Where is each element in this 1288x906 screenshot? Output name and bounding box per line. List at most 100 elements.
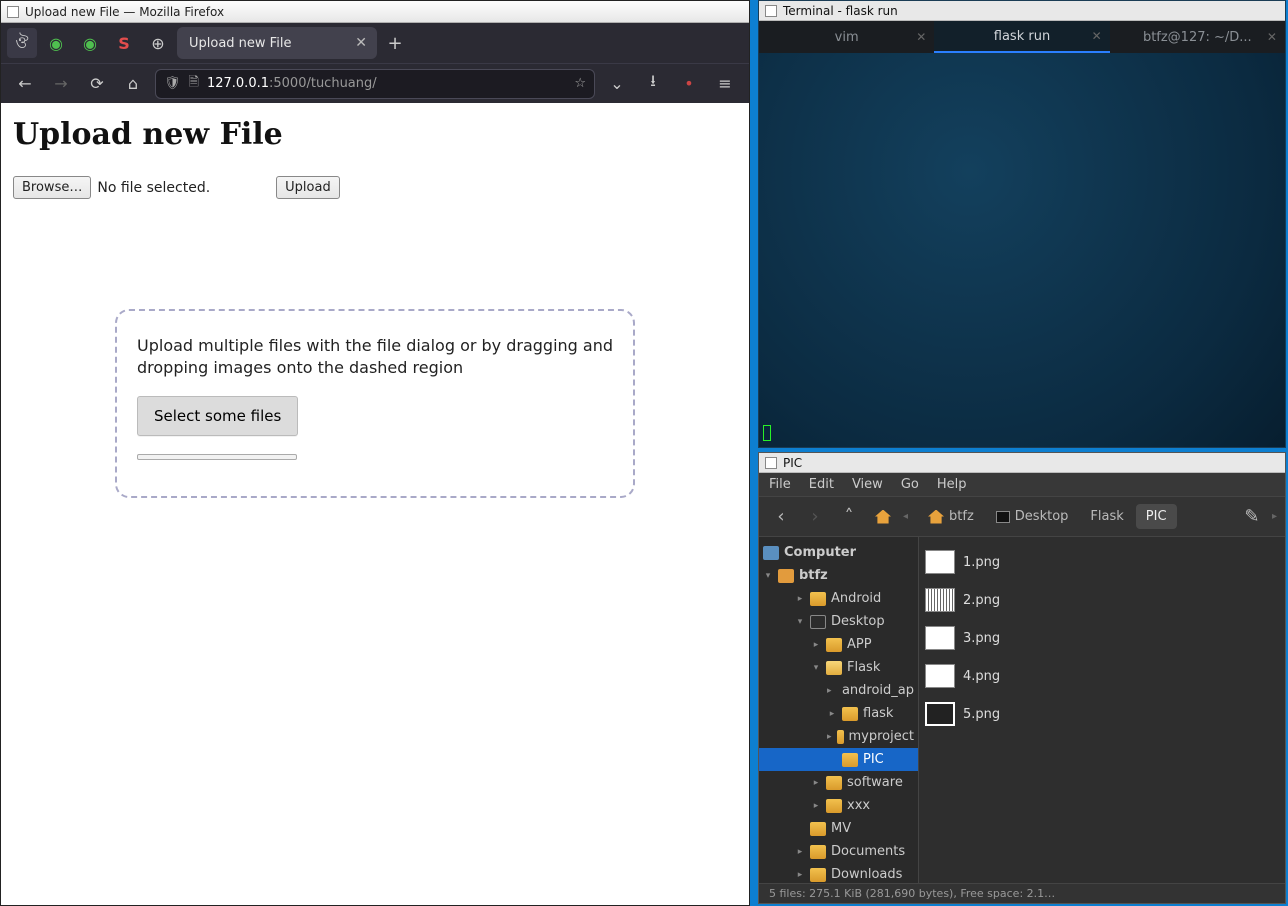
forward-button[interactable]: → bbox=[47, 70, 75, 98]
tab-close-icon[interactable]: ✕ bbox=[916, 30, 926, 44]
breadcrumb-overflow[interactable]: ▸ bbox=[1272, 511, 1277, 522]
menu-go[interactable]: Go bbox=[901, 477, 919, 492]
tree-label: Downloads bbox=[831, 867, 902, 882]
file-manager-titlebar[interactable]: PIC bbox=[759, 453, 1285, 473]
extension-icon[interactable]: • bbox=[675, 70, 703, 98]
home-icon bbox=[778, 569, 794, 583]
tree-row[interactable]: ▾Desktop bbox=[759, 610, 918, 633]
breadcrumb-flask[interactable]: Flask bbox=[1080, 504, 1133, 529]
expand-icon[interactable]: ▸ bbox=[811, 640, 821, 650]
reload-button[interactable]: ⟳ bbox=[83, 70, 111, 98]
tree-row[interactable]: ▾btfz bbox=[759, 564, 918, 587]
browse-button[interactable]: Browse… bbox=[13, 176, 91, 199]
home-icon bbox=[928, 510, 944, 524]
terminal-tab-ssh[interactable]: btfz@127: ~/D... ✕ bbox=[1110, 21, 1285, 53]
expand-icon[interactable]: ▾ bbox=[763, 571, 773, 581]
tree-row[interactable]: PIC bbox=[759, 748, 918, 771]
hamburger-menu[interactable]: ≡ bbox=[711, 70, 739, 98]
file-row[interactable]: 1.png bbox=[923, 543, 1281, 581]
expand-icon[interactable]: ▸ bbox=[827, 732, 832, 742]
file-name: 1.png bbox=[963, 555, 1000, 570]
home-icon bbox=[875, 510, 891, 524]
shield-icon[interactable]: 🛡 bbox=[164, 76, 181, 91]
file-row[interactable]: 2.png bbox=[923, 581, 1281, 619]
launcher-icon-4[interactable]: S bbox=[109, 28, 139, 58]
tree-row[interactable]: ▸myproject bbox=[759, 725, 918, 748]
menu-view[interactable]: View bbox=[852, 477, 883, 492]
expand-icon[interactable]: ▸ bbox=[811, 801, 821, 811]
downloads-icon[interactable]: ⭳ bbox=[639, 70, 667, 98]
tree-row[interactable]: ▸ Downloads bbox=[759, 863, 918, 883]
firefox-titlebar[interactable]: Upload new File — Mozilla Firefox bbox=[1, 1, 749, 23]
status-bar: 5 files: 275.1 KiB (281,690 bytes), Free… bbox=[759, 883, 1285, 903]
expand-icon[interactable]: ▾ bbox=[811, 663, 821, 673]
nav-home-button[interactable] bbox=[869, 503, 897, 531]
nav-forward-button[interactable]: › bbox=[801, 503, 829, 531]
terminal-tab-flask[interactable]: flask run ✕ bbox=[934, 21, 1109, 53]
site-info-icon[interactable]: 🗎 bbox=[189, 73, 199, 95]
file-row[interactable]: 4.png bbox=[923, 657, 1281, 695]
terminal-titlebar[interactable]: Terminal - flask run bbox=[759, 1, 1285, 21]
firefox-toolbar: ← → ⟳ ⌂ 🛡 🗎 127.0.0.1:5000/tuchuang/ ☆ ⌄… bbox=[1, 63, 749, 103]
tree-row[interactable]: ▸Android bbox=[759, 587, 918, 610]
expand-icon[interactable]: ▾ bbox=[795, 617, 805, 627]
launcher-icon-5[interactable]: ⊕ bbox=[143, 28, 173, 58]
tree-row[interactable]: Computer bbox=[759, 541, 918, 564]
menu-help[interactable]: Help bbox=[937, 477, 967, 492]
tree-row[interactable]: ▸android_ap bbox=[759, 679, 918, 702]
breadcrumb-home[interactable]: btfz bbox=[918, 504, 984, 529]
tab-close-icon[interactable]: ✕ bbox=[1267, 30, 1277, 44]
home-button[interactable]: ⌂ bbox=[119, 70, 147, 98]
tree-row[interactable]: ▸ Documents bbox=[759, 840, 918, 863]
file-list[interactable]: 1.png 2.png 3.png 4.png5.png bbox=[919, 537, 1285, 883]
menu-edit[interactable]: Edit bbox=[809, 477, 834, 492]
launcher-icon-2[interactable]: ◉ bbox=[41, 28, 71, 58]
file-name: 2.png bbox=[963, 593, 1000, 608]
tree-label: PIC bbox=[863, 752, 884, 767]
tree-row[interactable]: ▸APP bbox=[759, 633, 918, 656]
terminal-tab-label: flask run bbox=[994, 29, 1050, 44]
nav-up-button[interactable]: ˄ bbox=[835, 503, 863, 531]
back-button[interactable]: ← bbox=[11, 70, 39, 98]
terminal-body[interactable] bbox=[759, 53, 1285, 447]
file-manager-body: Computer▾btfz▸Android▾Desktop▸APP▾Flask▸… bbox=[759, 537, 1285, 883]
menu-bar: File Edit View Go Help bbox=[759, 473, 1285, 497]
launcher-icon-3[interactable]: ◉ bbox=[75, 28, 105, 58]
tree-row[interactable]: ▾Flask bbox=[759, 656, 918, 679]
file-manager-window-title: PIC bbox=[783, 456, 802, 470]
file-name: 3.png bbox=[963, 631, 1000, 646]
tree-row[interactable]: ▸software bbox=[759, 771, 918, 794]
tab-title: Upload new File bbox=[189, 36, 291, 51]
breadcrumb-pic[interactable]: PIC bbox=[1136, 504, 1177, 529]
tab-close-icon[interactable]: ✕ bbox=[355, 35, 367, 51]
folder-tree[interactable]: Computer▾btfz▸Android▾Desktop▸APP▾Flask▸… bbox=[759, 537, 919, 883]
expand-icon[interactable]: ▸ bbox=[811, 778, 821, 788]
terminal-tab-vim[interactable]: vim ✕ bbox=[759, 21, 934, 53]
expand-icon[interactable]: ▸ bbox=[795, 594, 805, 604]
expand-icon[interactable]: ▸ bbox=[795, 847, 805, 857]
tree-row[interactable]: ▸flask bbox=[759, 702, 918, 725]
dropzone[interactable]: Upload multiple files with the file dial… bbox=[115, 309, 635, 498]
expand-icon[interactable]: ▸ bbox=[827, 709, 837, 719]
url-bar[interactable]: 🛡 🗎 127.0.0.1:5000/tuchuang/ ☆ bbox=[155, 69, 595, 99]
menu-file[interactable]: File bbox=[769, 477, 791, 492]
expand-icon[interactable]: ▸ bbox=[827, 686, 832, 696]
file-row[interactable]: 5.png bbox=[923, 695, 1281, 733]
tab-close-icon[interactable]: ✕ bbox=[1092, 29, 1102, 43]
tree-row[interactable]: ▸xxx bbox=[759, 794, 918, 817]
expand-icon[interactable]: ▸ bbox=[795, 870, 805, 880]
launcher-icon-1[interactable]: ঔ bbox=[7, 28, 37, 58]
pocket-icon[interactable]: ⌄ bbox=[603, 70, 631, 98]
dropzone-instructions: Upload multiple files with the file dial… bbox=[137, 335, 613, 378]
breadcrumb-desktop[interactable]: Desktop bbox=[986, 504, 1079, 529]
bookmark-icon[interactable]: ☆ bbox=[574, 76, 586, 91]
select-files-button[interactable]: Select some files bbox=[137, 396, 298, 436]
nav-back-button[interactable]: ‹ bbox=[767, 503, 795, 531]
new-tab-button[interactable]: + bbox=[381, 29, 409, 57]
file-row[interactable]: 3.png bbox=[923, 619, 1281, 657]
upload-button[interactable]: Upload bbox=[276, 176, 340, 199]
tree-row[interactable]: MV bbox=[759, 817, 918, 840]
browser-tab[interactable]: Upload new File ✕ bbox=[177, 27, 377, 59]
tree-label: Documents bbox=[831, 844, 905, 859]
edit-path-button[interactable]: ✎ bbox=[1238, 503, 1266, 531]
